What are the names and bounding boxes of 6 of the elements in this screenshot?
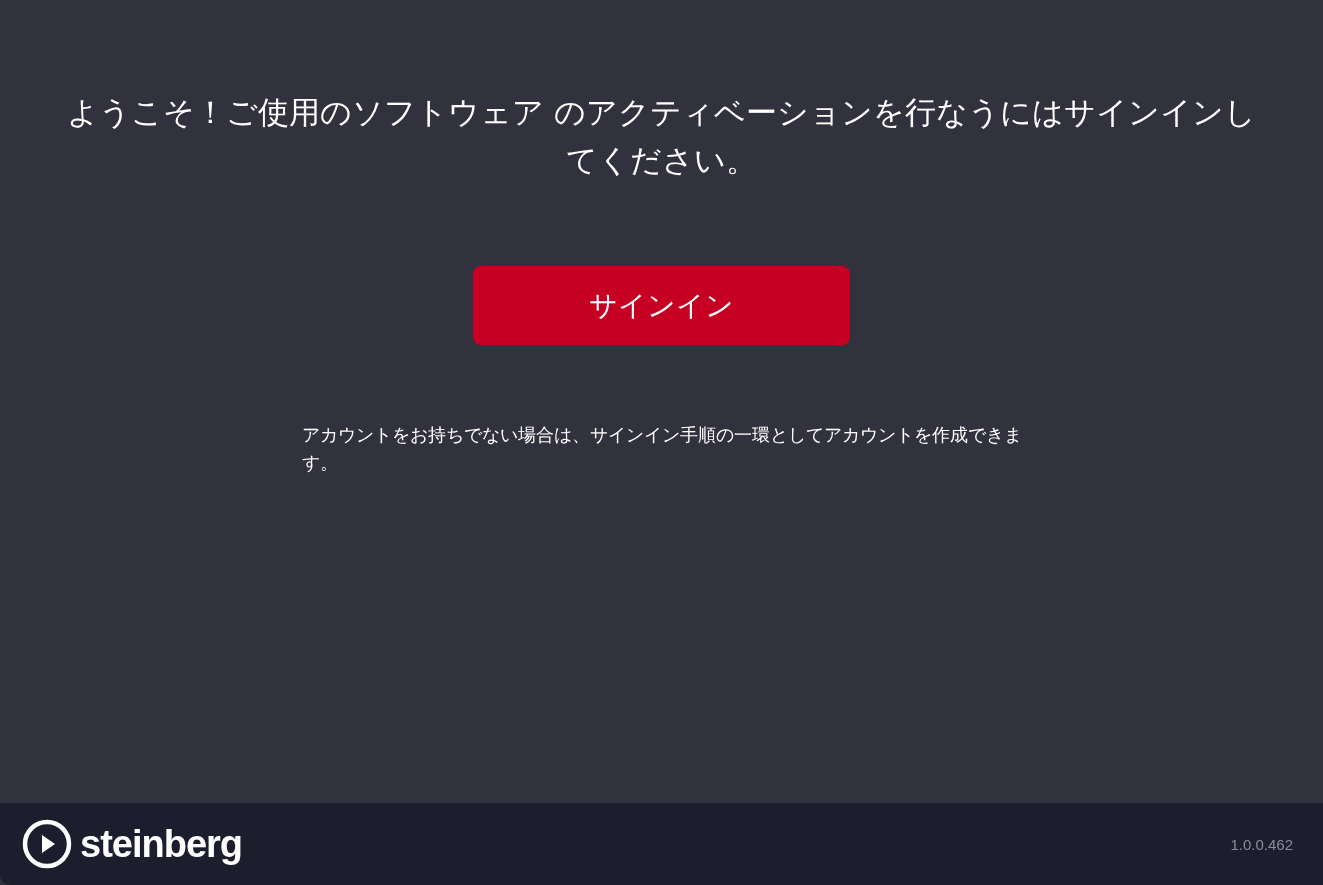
account-note: アカウントをお持ちでない場合は、サインイン手順の一環としてアカウントを作成できます。	[302, 423, 1022, 475]
welcome-heading: ようこそ！ご使用のソフトウェア のアクティベーションを行なうにはサインインしてください。	[66, 93, 1257, 180]
sign-in-button[interactable]: サインイン	[473, 266, 850, 345]
logo-text: steinberg	[80, 822, 243, 866]
play-circle-icon	[22, 819, 72, 869]
version-number: 1.0.0.462	[1230, 835, 1293, 853]
